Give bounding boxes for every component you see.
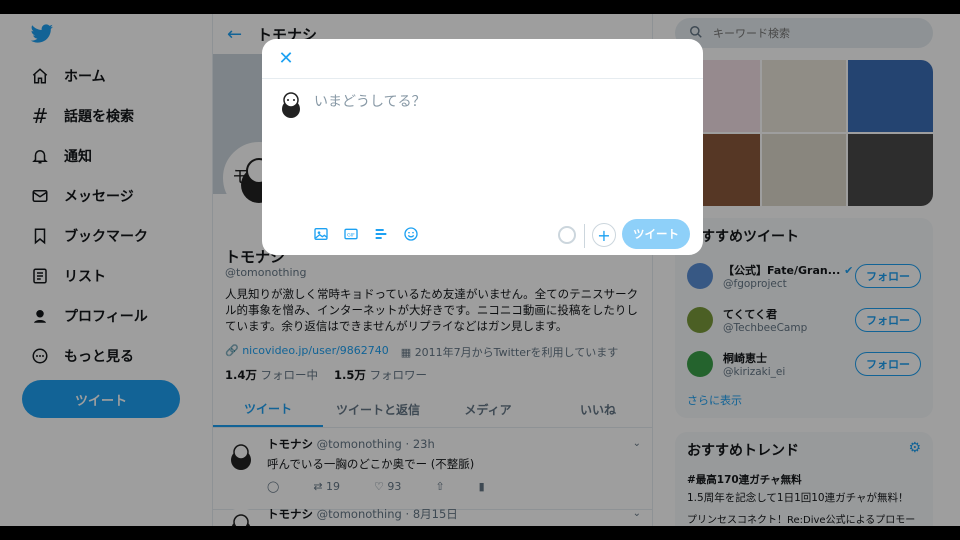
gif-icon[interactable]: GIF	[342, 225, 360, 243]
tweet-compose-input[interactable]	[314, 91, 684, 211]
svg-text:GIF: GIF	[347, 233, 355, 239]
composer-avatar	[274, 87, 308, 121]
twitter-window: ホーム # 話題を検索 通知 メッセージ ブックマーク リスト プロフィール も	[0, 14, 960, 526]
compose-tweet-modal: ✕ GIF + ツイート	[262, 39, 703, 255]
modal-header: ✕	[262, 39, 703, 79]
close-icon[interactable]: ✕	[274, 47, 298, 71]
char-counter-icon	[558, 226, 576, 244]
toolbar-divider	[584, 224, 585, 248]
poll-icon[interactable]	[372, 225, 390, 243]
compose-toolbar: GIF	[312, 225, 420, 243]
add-tweet-icon[interactable]: +	[592, 223, 616, 247]
emoji-icon[interactable]	[402, 225, 420, 243]
submit-tweet-button[interactable]: ツイート	[622, 219, 690, 249]
image-icon[interactable]	[312, 225, 330, 243]
